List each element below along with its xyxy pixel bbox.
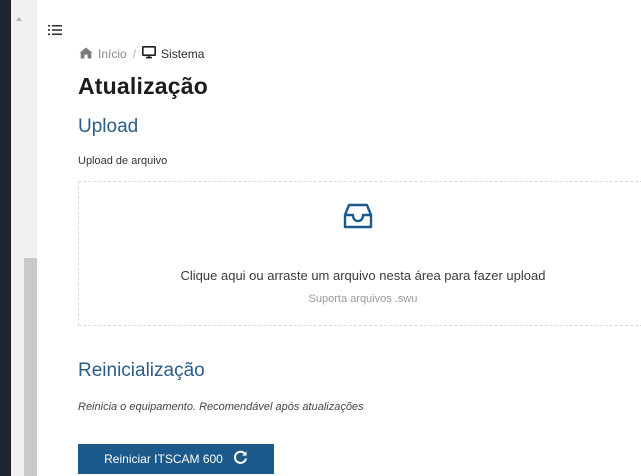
monitor-icon — [142, 46, 157, 62]
scrollbar-thumb[interactable] — [24, 258, 37, 476]
scrollbar-up-arrow[interactable] — [16, 17, 22, 21]
home-icon — [79, 47, 93, 62]
reload-icon — [233, 450, 248, 468]
reboot-button-label: Reiniciar ITSCAM 600 — [104, 452, 223, 466]
reboot-button[interactable]: Reiniciar ITSCAM 600 — [78, 444, 274, 474]
breadcrumb-separator: / — [132, 47, 137, 61]
reboot-section-title: Reinicialização — [78, 360, 205, 381]
page-title: Atualização — [78, 73, 209, 99]
breadcrumb-current-label: Sistema — [161, 47, 205, 61]
dropzone-text: Clique aqui ou arraste um arquivo nesta … — [180, 268, 546, 283]
dropzone-hint: Suporta arquivos .swu — [308, 293, 418, 305]
breadcrumb: Início / Sistema — [79, 46, 204, 62]
breadcrumb-current: Sistema — [142, 46, 204, 62]
menu-toggle-icon[interactable] — [48, 23, 62, 37]
upload-section-title: Upload — [78, 116, 139, 137]
breadcrumb-home[interactable]: Início — [79, 47, 127, 62]
breadcrumb-home-label: Início — [98, 47, 127, 61]
upload-field-label: Upload de arquivo — [78, 155, 168, 167]
reboot-description: Reinicia o equipamento. Recomendável apó… — [78, 401, 364, 413]
app-window: Início / Sistema Atualização Upload Uplo… — [0, 0, 641, 476]
inbox-icon — [343, 201, 373, 231]
upload-dropzone[interactable]: Clique aqui ou arraste um arquivo nesta … — [78, 181, 641, 326]
main-content: Início / Sistema Atualização Upload Uplo… — [37, 0, 641, 476]
sidebar-collapsed — [0, 0, 11, 476]
